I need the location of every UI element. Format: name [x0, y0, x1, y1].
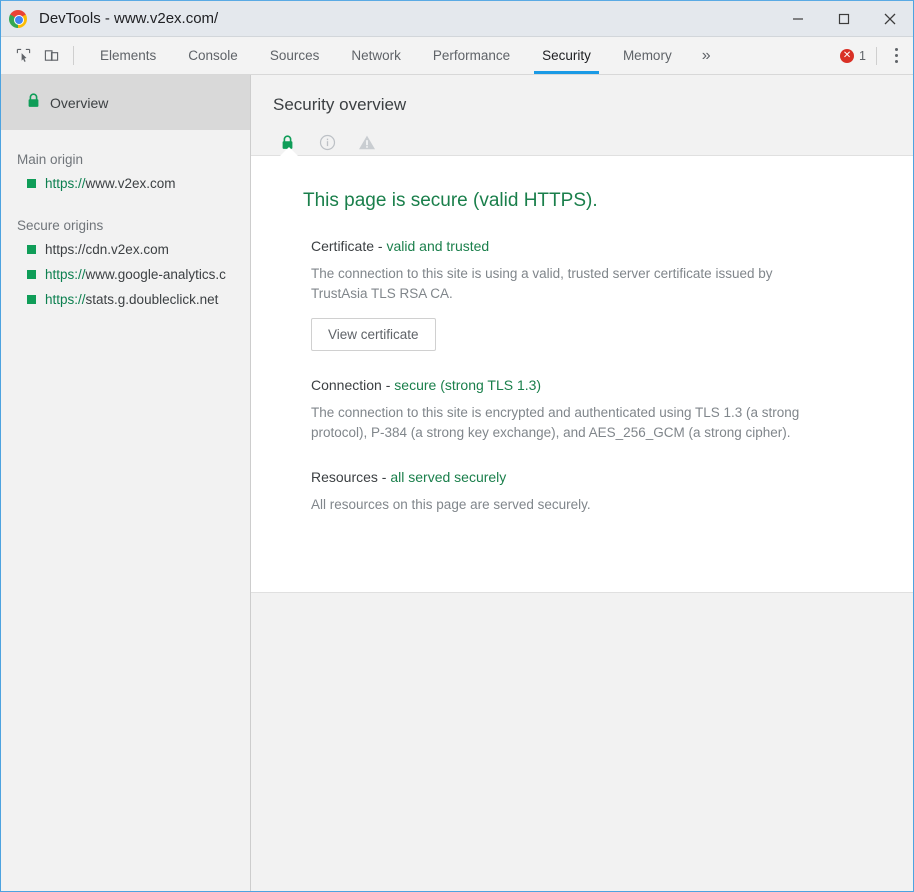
explanation-title: Connection - secure (strong TLS 1.3) [311, 377, 883, 393]
sidebar-origin-google-analytics[interactable]: https://www.google-analytics.c [1, 262, 250, 287]
error-icon: ✕ [840, 48, 855, 63]
tab-performance[interactable]: Performance [417, 37, 526, 74]
explanation-body: Certificate - valid and trusted The conn… [311, 238, 883, 351]
more-tabs-label: » [701, 46, 711, 64]
security-filter-icons [251, 115, 913, 155]
sidebar-origin-doubleclick[interactable]: https://stats.g.doubleclick.net [1, 287, 250, 312]
tab-elements-label: Elements [100, 48, 157, 63]
origin-label: https://www.v2ex.com [45, 176, 176, 191]
info-icon[interactable] [316, 131, 338, 153]
lock-icon [27, 92, 40, 113]
tab-performance-label: Performance [432, 48, 511, 63]
title-bar: DevTools - www.v2ex.com/ [1, 1, 913, 37]
close-button[interactable] [867, 1, 913, 37]
origin-label: https://stats.g.doubleclick.net [45, 292, 218, 307]
explanation-subject: Resources - [311, 469, 391, 485]
toolbar-divider [73, 46, 74, 65]
explanation-bullet [281, 377, 311, 443]
explanation-title: Certificate - valid and trusted [311, 238, 883, 254]
more-options-icon[interactable] [885, 48, 907, 63]
tab-console[interactable]: Console [172, 37, 254, 74]
maximize-button[interactable] [821, 1, 867, 37]
explanation-body: Connection - secure (strong TLS 1.3) The… [311, 377, 883, 443]
secure-state-icon [27, 270, 36, 279]
minimize-button[interactable] [775, 1, 821, 37]
security-summary: This page is secure (valid HTTPS). [303, 190, 598, 211]
window-controls [775, 1, 913, 37]
origin-scheme: https:// [45, 267, 86, 282]
sidebar-item-overview[interactable]: Overview [1, 75, 250, 130]
tab-security[interactable]: Security [526, 37, 607, 74]
chrome-logo-icon [9, 9, 27, 28]
origin-host: stats.g.doubleclick.net [85, 292, 219, 307]
explanation-state: secure (strong TLS 1.3) [394, 377, 542, 393]
tab-console-label: Console [188, 48, 238, 63]
devtools-window: DevTools - www.v2ex.com/ Elements Consol… [0, 0, 914, 892]
tab-sources-label: Sources [269, 48, 320, 63]
tab-memory-label: Memory [622, 48, 672, 63]
sidebar-origin-cdn[interactable]: https://cdn.v2ex.com [1, 237, 250, 262]
tab-memory[interactable]: Memory [607, 37, 688, 74]
explanation-description: All resources on this page are served se… [311, 497, 591, 512]
more-tabs-icon[interactable]: » [688, 37, 725, 74]
explanation-subject: Certificate - [311, 238, 387, 254]
sidebar-item-overview-label: Overview [50, 94, 109, 111]
view-certificate-button[interactable]: View certificate [311, 318, 436, 351]
devtools-body: Overview Main origin https://www.v2ex.co… [1, 75, 913, 891]
origin-label: https://cdn.v2ex.com [45, 242, 169, 257]
sidebar-origin-main[interactable]: https://www.v2ex.com [1, 171, 250, 196]
warning-icon[interactable] [356, 131, 378, 153]
explanation-state: all served securely [390, 469, 507, 485]
explanation-bullet [281, 238, 311, 351]
tab-security-label: Security [542, 48, 591, 63]
explanation-state: valid and trusted [386, 238, 490, 254]
explanation-description: The connection to this site is using a v… [311, 266, 773, 301]
security-sidebar: Overview Main origin https://www.v2ex.co… [1, 75, 251, 891]
origin-host: www.google-analytics.c [85, 267, 226, 282]
origin-scheme: https:// [45, 176, 86, 191]
explanation-body: Resources - all served securely All reso… [311, 469, 883, 515]
tab-network[interactable]: Network [335, 37, 417, 74]
explanation-description: The connection to this site is encrypted… [311, 405, 800, 440]
page-title: Security overview [273, 95, 407, 114]
toolbar-right-divider [876, 46, 877, 65]
origin-host: cdn.v2ex.com [85, 242, 169, 257]
explanation-title: Resources - all served securely [311, 469, 883, 485]
origin-scheme: https:// [45, 292, 86, 307]
tab-network-label: Network [351, 48, 401, 63]
sidebar-heading-main-origin: Main origin [17, 152, 84, 167]
security-main-panel: Security overview This page is secure (v… [251, 75, 913, 891]
secure-state-icon [27, 245, 36, 254]
explanation-certificate: Certificate - valid and trusted The conn… [281, 238, 883, 351]
inspect-element-icon[interactable] [9, 37, 37, 74]
panel-tabs: Elements Console Sources Network Perform… [84, 37, 725, 74]
toolbar-right-controls: ✕ 1 [840, 37, 913, 74]
main-header: Security overview [251, 75, 913, 115]
tab-sources[interactable]: Sources [254, 37, 336, 74]
error-count: 1 [859, 48, 866, 63]
explanation-resources: Resources - all served securely All reso… [281, 469, 883, 515]
secure-state-icon [27, 179, 36, 188]
card-pointer [280, 147, 298, 156]
secure-state-icon [27, 295, 36, 304]
origin-label: https://www.google-analytics.c [45, 267, 226, 282]
explanation-bullet [281, 469, 311, 515]
sidebar-heading-secure-origins: Secure origins [17, 218, 104, 233]
error-badge[interactable]: ✕ 1 [840, 48, 874, 63]
window-title: DevTools - www.v2ex.com/ [39, 10, 219, 27]
tab-elements[interactable]: Elements [84, 37, 172, 74]
security-details-card-wrapper: This page is secure (valid HTTPS). Certi… [251, 147, 913, 593]
security-details-card: This page is secure (valid HTTPS). Certi… [251, 155, 913, 593]
origin-scheme: https:// [45, 242, 86, 257]
devtools-toolbar: Elements Console Sources Network Perform… [1, 37, 913, 75]
explanation-connection: Connection - secure (strong TLS 1.3) The… [281, 377, 883, 443]
device-toolbar-icon[interactable] [37, 37, 65, 74]
origin-host: www.v2ex.com [85, 176, 176, 191]
explanation-subject: Connection - [311, 377, 395, 393]
